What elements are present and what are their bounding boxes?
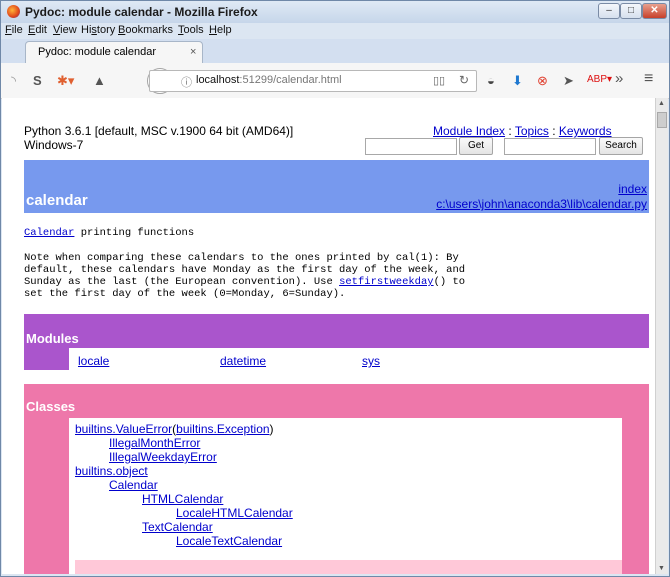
module-title: calendar: [26, 192, 88, 209]
get-button[interactable]: Get: [459, 137, 493, 155]
class-detail-block: [75, 560, 622, 574]
sync-icon[interactable]: S: [33, 73, 42, 88]
doc-line-4: set the first day of the week (0=Monday,…: [24, 288, 346, 300]
header-links: Module Index : Topics : Keywords: [433, 124, 612, 138]
source-file-link[interactable]: c:\users\john\anaconda3\lib\calendar.py: [436, 197, 647, 211]
tab-close-icon[interactable]: ×: [190, 46, 196, 58]
scrollbar-thumb[interactable]: [657, 112, 667, 128]
close-window-button[interactable]: ✕: [642, 3, 667, 19]
keywords-link[interactable]: Keywords: [559, 124, 612, 138]
value-error-entry: builtins.ValueError(builtins.Exception): [75, 422, 274, 436]
module-header-band: calendar index c:\users\john\anaconda3\l…: [24, 160, 649, 213]
topics-link[interactable]: Topics: [515, 124, 549, 138]
overflow-icon[interactable]: »: [615, 70, 623, 87]
menu-tools[interactable]: Tools: [178, 24, 204, 36]
module-datetime-link[interactable]: datetime: [220, 354, 266, 368]
module-summary: Calendar printing functions: [24, 227, 195, 239]
classes-right-bar: [622, 418, 649, 574]
html-calendar-link[interactable]: HTMLCalendar: [142, 492, 223, 506]
download-icon[interactable]: ⬇: [512, 73, 523, 89]
send-icon[interactable]: ➤: [563, 73, 574, 89]
menu-file[interactable]: File: [5, 24, 23, 36]
classes-band: Classes: [24, 384, 649, 418]
title-bar: Pydoc: module calendar - Mozilla Firefox…: [1, 1, 669, 23]
vertical-scrollbar[interactable]: ▲ ▼: [655, 98, 668, 574]
search-button[interactable]: Search: [599, 137, 643, 155]
extension-icon[interactable]: ✱▾: [57, 73, 74, 89]
scroll-up-icon[interactable]: ▲: [658, 100, 665, 107]
doc-line-3: Sunday as the last (the European convent…: [24, 276, 466, 288]
classes-title: Classes: [26, 399, 76, 414]
doc-line-2: default, these calendars have Monday as …: [24, 264, 466, 276]
pocket-icon[interactable]: ◒: [487, 73, 495, 88]
doc-line-1: Note when comparing these calendars to t…: [24, 252, 459, 264]
maximize-button[interactable]: □: [620, 3, 642, 19]
block-icon[interactable]: ⊗: [537, 73, 548, 89]
scroll-down-icon[interactable]: ▼: [658, 565, 665, 572]
url-text: localhost:51299/calendar.html: [196, 74, 342, 86]
modules-band: Modules: [24, 314, 649, 348]
calendar-class-link[interactable]: Calendar: [109, 478, 158, 492]
illegal-month-error-link[interactable]: IllegalMonthError: [109, 436, 200, 450]
menu-view[interactable]: View: [53, 24, 77, 36]
tab-label: Pydoc: module calendar: [38, 46, 157, 58]
window-title: Pydoc: module calendar - Mozilla Firefox: [25, 5, 258, 19]
calendar-doc-link[interactable]: Calendar: [24, 227, 74, 239]
python-version: Python 3.6.1 [default, MSC v.1900 64 bit…: [24, 124, 294, 138]
menu-help[interactable]: Help: [209, 24, 232, 36]
hamburger-menu-icon[interactable]: ≡: [644, 70, 653, 88]
tab-pydoc[interactable]: Pydoc: module calendar ×: [25, 41, 203, 63]
builtins-object-link[interactable]: builtins.object: [75, 464, 148, 478]
menu-bookmarks[interactable]: Bookmarks: [118, 24, 173, 36]
classes-indent-bar: [24, 418, 69, 574]
module-sys-link[interactable]: sys: [362, 354, 380, 368]
navigation-bar: ◝ S ✱▾ ▲ ◀ ⓘ localhost:51299/calendar.ht…: [1, 63, 669, 99]
index-link[interactable]: index: [618, 182, 647, 196]
tab-strip: Pydoc: module calendar ×: [1, 39, 669, 63]
illegal-weekday-error-link[interactable]: IllegalWeekdayError: [109, 450, 217, 464]
reload-icon[interactable]: ↻: [459, 73, 469, 87]
os-version: Windows-7: [24, 138, 84, 152]
minimize-button[interactable]: –: [598, 3, 620, 19]
search-input[interactable]: [504, 138, 596, 155]
page-content: Python 3.6.1 [default, MSC v.1900 64 bit…: [2, 98, 655, 574]
modules-title: Modules: [26, 331, 79, 346]
adblock-icon[interactable]: ABP▾: [587, 74, 612, 85]
setfirstweekday-link[interactable]: setfirstweekday: [339, 276, 434, 288]
get-input[interactable]: [365, 138, 457, 155]
firefox-logo-icon: [7, 5, 20, 18]
locale-html-calendar-link[interactable]: LocaleHTMLCalendar: [176, 506, 293, 520]
module-index-link[interactable]: Module Index: [433, 124, 505, 138]
site-info-icon[interactable]: ⓘ: [181, 74, 192, 90]
module-locale-link[interactable]: locale: [78, 354, 109, 368]
modules-indent-bar: [24, 348, 69, 370]
menu-bar: File Edit View History Bookmarks Tools H…: [1, 23, 669, 39]
locale-text-calendar-link[interactable]: LocaleTextCalendar: [176, 534, 282, 548]
menu-history[interactable]: History: [81, 24, 115, 36]
library-icon[interactable]: ▲: [93, 73, 106, 88]
menu-edit[interactable]: Edit: [28, 24, 47, 36]
text-calendar-link[interactable]: TextCalendar: [142, 520, 213, 534]
rss-icon[interactable]: ◝: [11, 73, 16, 89]
url-bar[interactable]: ⓘ localhost:51299/calendar.html ▯▯ ↻: [149, 70, 477, 92]
reader-view-icon[interactable]: ▯▯: [433, 74, 445, 87]
exception-link[interactable]: builtins.Exception: [176, 422, 269, 436]
valueerror-link[interactable]: builtins.ValueError: [75, 422, 172, 436]
